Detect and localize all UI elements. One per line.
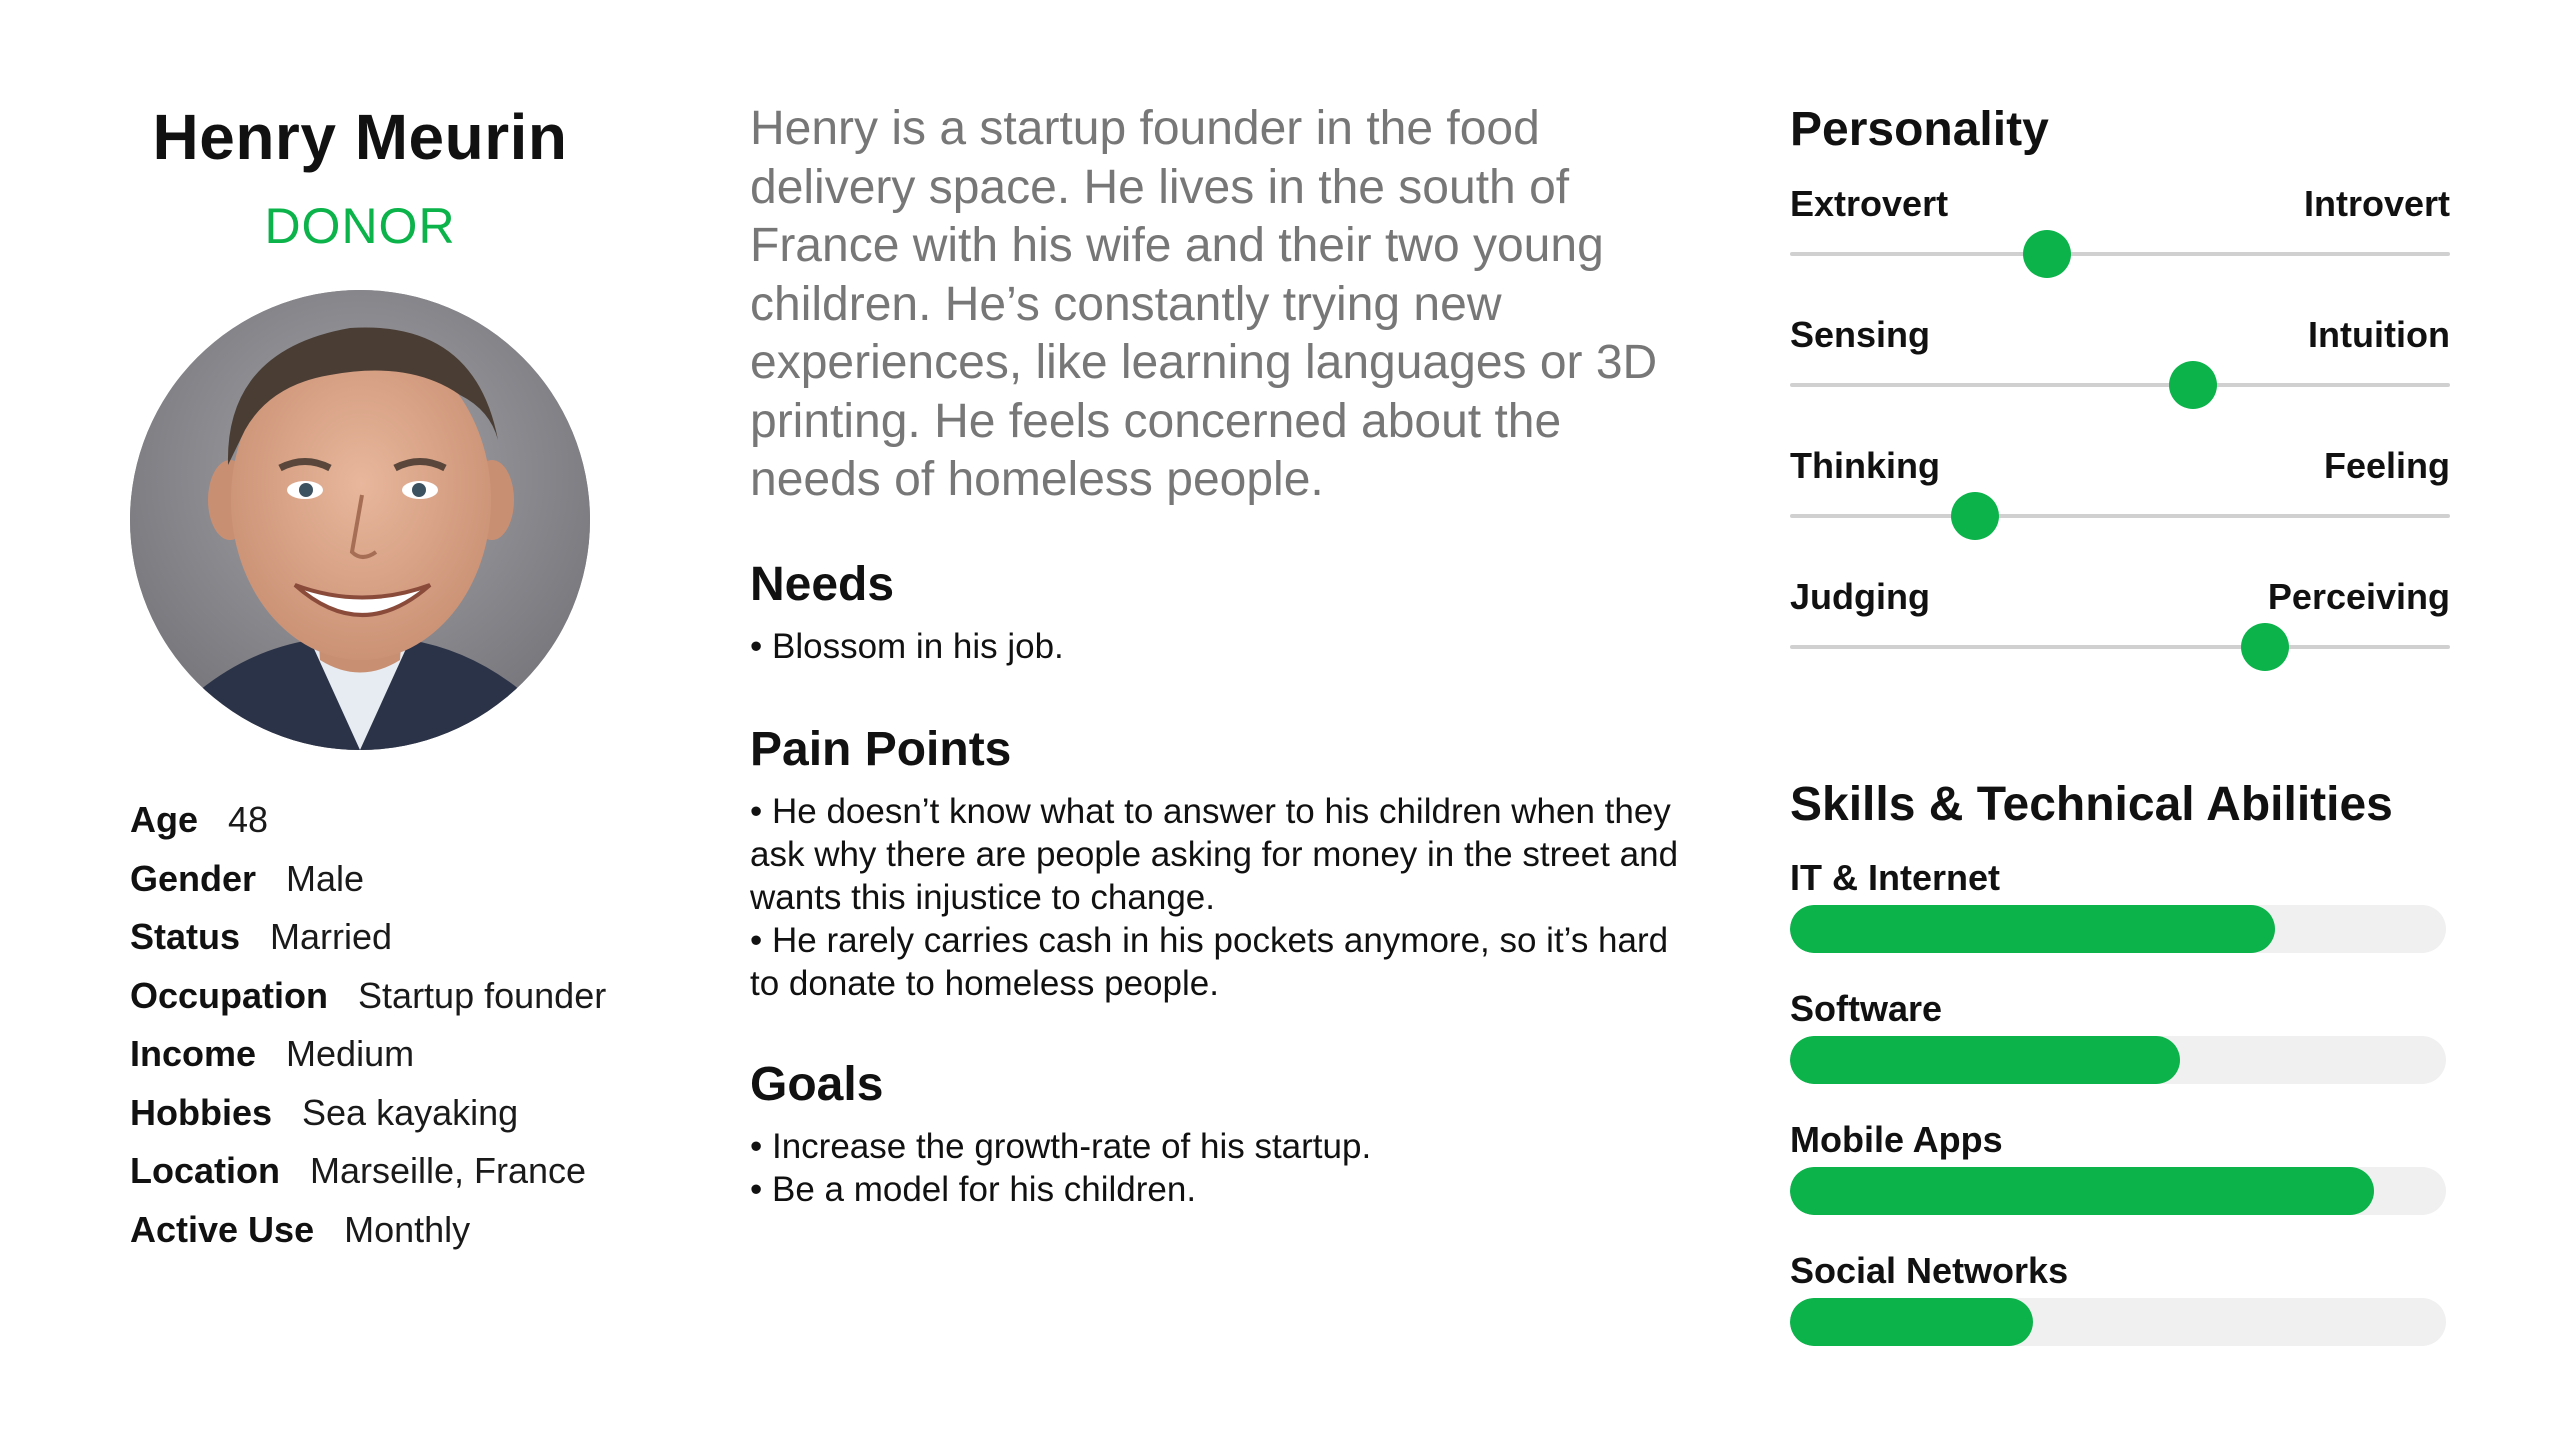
trait-thinking-feeling: Thinking Feeling (1790, 444, 2450, 544)
trait-extrovert-introvert: Extrovert Introvert (1790, 182, 2450, 282)
personality-heading: Personality (1790, 103, 2049, 156)
fact-label: Active Use (130, 1208, 315, 1250)
trait-sensing-intuition: Sensing Intuition (1790, 313, 2450, 413)
skill-fill (1790, 1167, 2374, 1215)
needs-list: Blossom in his job. (750, 625, 1700, 668)
trait-knob[interactable] (1950, 492, 1999, 540)
goals-heading: Goals (750, 1058, 884, 1111)
fact-value: Medium (286, 1033, 415, 1074)
skill-it-internet: IT & Internet (1790, 856, 2450, 976)
trait-knob[interactable] (2168, 361, 2217, 409)
fact-age: Age 48 (130, 796, 710, 855)
goals-list: Increase the growth-rate of his startup.… (750, 1125, 1700, 1211)
fact-value: Marseille, France (310, 1150, 587, 1191)
trait-left-label: Judging (1790, 576, 1930, 617)
fact-label: Location (130, 1150, 280, 1191)
skill-bar (1790, 905, 2446, 953)
trait-right-label: Perceiving (2267, 576, 2450, 617)
skill-bar (1790, 1298, 2446, 1346)
pain-points-heading: Pain Points (750, 723, 1012, 776)
trait-knob[interactable] (2023, 230, 2072, 278)
avatar (130, 290, 590, 750)
skill-mobile-apps: Mobile Apps (1790, 1118, 2450, 1238)
list-item: Be a model for his children. (750, 1168, 1700, 1211)
pain-points-list: He doesn’t know what to answer to his ch… (750, 790, 1700, 1005)
persona-role: DONOR (264, 198, 456, 254)
trait-track (1790, 252, 2450, 256)
fact-hobbies: Hobbies Sea kayaking (130, 1089, 710, 1148)
needs-heading: Needs (750, 558, 895, 611)
fact-label: Status (130, 916, 241, 957)
skill-label: Social Networks (1790, 1250, 2069, 1291)
goals-section: Goals Increase the growth-rate of his st… (750, 1055, 1700, 1211)
persona-name: Henry Meurin (152, 101, 568, 173)
needs-section: Needs Blossom in his job. (750, 555, 1700, 668)
trait-left-label: Extrovert (1790, 183, 1949, 224)
trait-knob[interactable] (2241, 623, 2290, 671)
trait-right-label: Feeling (2323, 445, 2450, 486)
fact-value: Sea kayaking (302, 1091, 519, 1133)
skill-bar (1790, 1167, 2446, 1215)
fact-occupation: Occupation Startup founder (130, 972, 710, 1031)
pain-points-section: Pain Points He doesn’t know what to answ… (750, 720, 1700, 1005)
fact-status: Status Married (130, 913, 710, 972)
list-item: He doesn’t know what to answer to his ch… (750, 790, 1700, 919)
fact-active-use: Active Use Monthly (130, 1206, 710, 1265)
trait-track (1790, 514, 2450, 518)
fact-location: Location Marseille, France (130, 1147, 710, 1206)
skill-fill (1790, 1036, 2181, 1084)
fact-gender: Gender Male (130, 855, 710, 914)
fact-income: Income Medium (130, 1030, 710, 1089)
trait-track (1790, 383, 2450, 387)
skill-social-networks: Social Networks (1790, 1249, 2450, 1369)
fact-value: Male (286, 857, 365, 899)
fact-label: Age (130, 799, 199, 840)
trait-track (1790, 645, 2450, 649)
persona-bio: Henry is a startup founder in the food d… (750, 102, 1658, 506)
fact-label: Gender (130, 857, 257, 899)
list-item: He rarely carries cash in his pockets an… (750, 919, 1700, 1005)
trait-right-label: Intuition (2308, 314, 2450, 355)
fact-label: Income (130, 1033, 257, 1074)
skill-software: Software (1790, 987, 2450, 1107)
list-item: Increase the growth-rate of his startup. (750, 1125, 1700, 1168)
skill-label: Mobile Apps (1790, 1119, 2003, 1160)
list-item: Blossom in his job. (750, 625, 1700, 668)
fact-value: Married (270, 916, 393, 957)
trait-left-label: Sensing (1790, 314, 1931, 355)
skill-fill (1790, 905, 2276, 953)
persona-facts: Age 48 Gender Male Status Married Occupatio… (130, 796, 710, 1264)
fact-value: Startup founder (358, 974, 607, 1016)
trait-judging-perceiving: Judging Perceiving (1790, 575, 2450, 675)
fact-value: 48 (228, 799, 269, 840)
trait-right-label: Introvert (2303, 183, 2450, 224)
skills-heading: Skills & Technical Abilities (1790, 778, 2393, 831)
skill-label: Software (1790, 988, 1943, 1029)
fact-value: Monthly (344, 1208, 471, 1250)
fact-label: Hobbies (130, 1091, 273, 1133)
trait-left-label: Thinking (1790, 445, 1940, 486)
skill-fill (1790, 1298, 2033, 1346)
skill-bar (1790, 1036, 2446, 1084)
skill-label: IT & Internet (1790, 857, 2001, 898)
fact-label: Occupation (130, 974, 329, 1016)
avatar-portrait-image (130, 290, 590, 750)
